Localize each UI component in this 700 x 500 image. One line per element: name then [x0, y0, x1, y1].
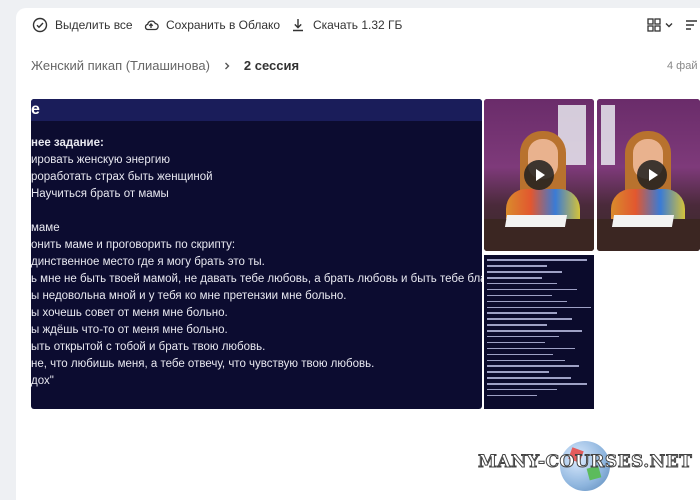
file-thumbnail-slide[interactable]: е нее задание: ировать женскую энергию р…	[31, 99, 482, 409]
slide-line: ь мне не быть твоей мамой, не давать теб…	[31, 273, 482, 285]
chevron-down-icon	[665, 23, 673, 28]
watermark: MANY-COURSES.NET	[477, 452, 693, 473]
slide-line: не, что любишь меня, а тебе отвечу, что …	[31, 358, 375, 370]
view-toggle-button[interactable]	[646, 17, 674, 33]
slide-line	[31, 203, 482, 220]
download-icon	[293, 19, 303, 32]
file-thumbnail-video-2[interactable]	[597, 99, 700, 251]
slide-line: ыть открытой с тобой и брать твою любовь…	[31, 341, 266, 353]
slide-line: ы ждёшь что-то от меня мне больно.	[31, 324, 228, 336]
select-all-button[interactable]: Выделить все	[32, 17, 133, 33]
select-all-label: Выделить все	[55, 18, 133, 32]
cloud-upload-icon	[144, 20, 159, 31]
chevron-right-icon	[224, 62, 230, 69]
save-cloud-button[interactable]: Сохранить в Облако	[143, 17, 280, 33]
file-thumbnail-video-1[interactable]	[484, 99, 594, 251]
slide-line: ы недовольна мной и у тебя ко мне претен…	[31, 290, 347, 302]
slide-line: маме	[31, 222, 60, 234]
download-button[interactable]: Скачать 1.32 ГБ	[290, 17, 402, 33]
slide-text: нее задание: ировать женскую энергию рор…	[31, 135, 482, 390]
slide-line: нее задание:	[31, 137, 104, 149]
sort-button[interactable]	[684, 17, 700, 33]
play-icon[interactable]	[524, 160, 554, 190]
grid-view-icon	[647, 18, 661, 32]
sort-icon	[686, 20, 697, 30]
slide-line: ировать женскую энергию	[31, 154, 170, 166]
check-circle-icon	[32, 17, 48, 33]
slide-line: динственное место где я могу брать это т…	[31, 256, 265, 268]
slide-line: дох"	[31, 375, 54, 387]
save-cloud-label: Сохранить в Облако	[166, 18, 281, 32]
toolbar: Выделить все Сохранить в Облако Скачать …	[16, 8, 700, 44]
slide-line: Научиться брать от мамы	[31, 188, 169, 200]
slide-header: е	[31, 99, 482, 121]
download-label: Скачать 1.32 ГБ	[313, 18, 403, 32]
slide-line: роработать страх быть женщиной	[31, 171, 213, 183]
play-icon[interactable]	[637, 160, 667, 190]
file-count: 4 фай	[667, 60, 698, 72]
breadcrumb: Женский пикап (Тлиашинова) 2 сессия	[31, 58, 299, 73]
breadcrumb-parent-link[interactable]: Женский пикап (Тлиашинова)	[31, 58, 210, 73]
breadcrumb-current: 2 сессия	[243, 58, 300, 73]
slide-line: ы хочешь совет от меня мне больно.	[31, 307, 228, 319]
file-thumbnail-document[interactable]	[484, 255, 594, 409]
slide-line: онить маме и проговорить по скрипту:	[31, 239, 236, 251]
